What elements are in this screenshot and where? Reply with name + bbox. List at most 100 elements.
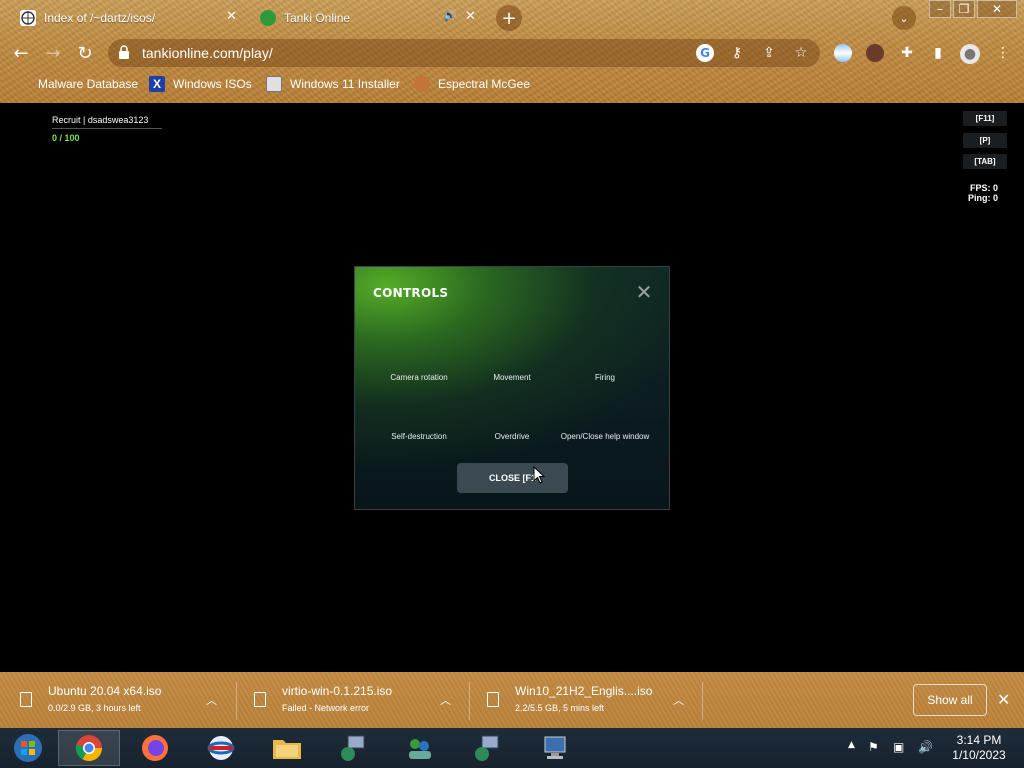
downloads-bar: Ubuntu 20.04 x64.iso 0.0/2.9 GB, 3 hours…	[0, 672, 1024, 728]
computer-network-icon	[341, 735, 365, 761]
close-window-button[interactable]: ✕	[977, 0, 1017, 18]
bookmark-icon	[14, 76, 30, 92]
address-bar[interactable]: tankionline.com/play/ G ⚷ ⇪ ☆	[108, 39, 820, 67]
flag-icon[interactable]: ⚑	[868, 740, 879, 754]
download-status: 2.2/5.5 GB, 5 mins left	[515, 703, 605, 713]
bookmark-espectral-mcgee[interactable]: Espectral McGee	[414, 75, 530, 93]
puzzle-icon[interactable]: ✚	[898, 44, 916, 62]
volume-icon[interactable]: 🔊	[918, 740, 933, 754]
download-name: virtio-win-0.1.215.iso	[282, 684, 393, 698]
lock-icon	[119, 45, 129, 59]
star-icon[interactable]: ☆	[792, 44, 810, 62]
control-help-window: Open/Close help window	[560, 432, 650, 441]
divider	[702, 682, 703, 720]
download-item[interactable]: virtio-win-0.1.215.iso Failed - Network …	[234, 680, 466, 720]
tanki-favicon-icon	[260, 10, 276, 26]
windows-orb-icon	[14, 734, 42, 762]
close-icon[interactable]: ✕	[635, 282, 653, 302]
monitor-icon	[544, 736, 566, 759]
chevron-up-icon[interactable]: ︿	[206, 692, 217, 708]
url-text: tankionline.com/play/	[142, 45, 273, 61]
player-info: Recruit | dsadswea3123 0 / 100	[52, 115, 162, 143]
bookmark-label: Windows 11 Installer	[290, 77, 400, 91]
taskbar-chrome[interactable]	[58, 730, 120, 766]
download-status: Failed - Network error	[282, 703, 370, 713]
sidepanel-icon[interactable]: ▮	[929, 44, 947, 62]
control-movement: Movement	[493, 373, 531, 382]
bookmark-windows-11-installer[interactable]: Windows 11 Installer	[266, 75, 400, 93]
chrome-icon	[75, 735, 103, 762]
tab-tanki-online[interactable]: Tanki Online	[260, 4, 450, 32]
system-clock[interactable]: 3:14 PM 1/10/2023	[940, 733, 1018, 763]
forward-button[interactable]: →	[40, 40, 66, 66]
file-icon	[487, 692, 499, 707]
taskbar: ▲ ⚑ ▣ 🔊 3:14 PM 1/10/2023	[0, 728, 1024, 768]
close-tab-icon[interactable]: ✕	[226, 9, 237, 24]
file-icon	[20, 692, 32, 707]
share-icon[interactable]: ⇪	[760, 44, 778, 62]
reload-button[interactable]: ↻	[72, 40, 98, 66]
start-button[interactable]	[0, 730, 56, 766]
minimize-button[interactable]: –	[929, 0, 951, 18]
download-name: Win10_21H2_Englis....iso	[515, 684, 653, 698]
taskbar-network-app[interactable]	[322, 730, 384, 766]
computer-network-icon	[475, 735, 499, 761]
taskbar-firefox[interactable]	[124, 730, 186, 766]
tab-search-chevron-icon[interactable]: ⌄	[892, 6, 916, 30]
browser-toolbar: ← → ↻ tankionline.com/play/ G ⚷ ⇪ ☆ ✚ ▮ …	[0, 36, 1024, 70]
hotkey-pause[interactable]: [P]	[963, 133, 1007, 148]
tab-title: Index of /~dartz/isos/	[44, 11, 156, 25]
profile-icon[interactable]: ●	[960, 44, 980, 64]
globe-icon	[20, 10, 36, 26]
file-icon	[254, 692, 266, 707]
bookmarks-bar: Malware Database X Windows ISOs Windows …	[0, 72, 1024, 96]
screen: Index of /~dartz/isos/ ✕ Tanki Online 🔊 …	[0, 0, 1024, 768]
taskbar-opera[interactable]	[190, 730, 252, 766]
x-logo-icon: X	[149, 76, 165, 92]
clock-date: 1/10/2023	[952, 748, 1006, 762]
browser-chrome: Index of /~dartz/isos/ ✕ Tanki Online 🔊 …	[0, 0, 1024, 103]
bookmark-windows-isos[interactable]: X Windows ISOs	[149, 75, 252, 93]
tray-chevron-up-icon[interactable]: ▲	[848, 740, 855, 750]
download-item[interactable]: Win10_21H2_Englis....iso 2.2/5.5 GB, 5 m…	[467, 680, 699, 720]
ping-readout: Ping: 0	[967, 193, 998, 203]
google-icon[interactable]: G	[696, 44, 714, 62]
restore-button[interactable]: ❐	[953, 0, 975, 18]
taskbar-network-app-2[interactable]	[456, 730, 518, 766]
extension-avatar-icon[interactable]	[866, 44, 884, 62]
hotkey-fullscreen[interactable]: [F11]	[963, 111, 1007, 126]
menu-dots-icon[interactable]: ⋮	[994, 44, 1012, 62]
face-icon	[414, 76, 430, 92]
player-xp: 0 / 100	[52, 133, 80, 143]
taskbar-explorer[interactable]	[256, 730, 318, 766]
ie-blue-icon	[207, 736, 235, 760]
bookmark-label: Espectral McGee	[438, 77, 531, 91]
controls-dialog: CONTROLS ✕ Camera rotation Movement Firi…	[354, 266, 670, 510]
clock-time: 3:14 PM	[956, 733, 1002, 747]
new-tab-button[interactable]: +	[496, 5, 522, 31]
bookmark-label: Malware Database	[38, 77, 139, 91]
key-icon[interactable]: ⚷	[728, 44, 746, 62]
extension-flag-icon[interactable]	[834, 44, 852, 62]
hotkey-scoreboard[interactable]: [TAB]	[963, 154, 1007, 169]
show-all-button[interactable]: Show all	[913, 684, 987, 716]
close-tab-icon[interactable]: ✕	[465, 9, 476, 24]
firefox-icon	[142, 735, 168, 761]
tab-index-isos[interactable]: Index of /~dartz/isos/	[20, 4, 240, 32]
chevron-up-icon[interactable]: ︿	[440, 692, 451, 708]
close-icon[interactable]: ✕	[997, 690, 1010, 709]
speaker-icon[interactable]: 🔊	[443, 9, 457, 22]
download-name: Ubuntu 20.04 x64.iso	[48, 684, 162, 698]
taskbar-remote-desktop[interactable]	[524, 730, 586, 766]
bookmark-malware-database[interactable]: Malware Database	[14, 75, 138, 93]
back-button[interactable]: ←	[8, 40, 34, 66]
close-controls-button[interactable]: CLOSE [F1	[457, 463, 568, 493]
control-self-destruction: Self-destruction	[391, 432, 447, 441]
download-item[interactable]: Ubuntu 20.04 x64.iso 0.0/2.9 GB, 3 hours…	[0, 680, 232, 720]
taskbar-messenger[interactable]	[388, 730, 450, 766]
chevron-up-icon[interactable]: ︿	[673, 692, 684, 708]
download-status: 0.0/2.9 GB, 3 hours left	[48, 703, 141, 713]
bookmark-label: Windows ISOs	[173, 77, 252, 91]
game-viewport[interactable]: Recruit | dsadswea3123 0 / 100 [F11] [P]…	[0, 103, 1024, 672]
network-icon[interactable]: ▣	[893, 740, 904, 754]
